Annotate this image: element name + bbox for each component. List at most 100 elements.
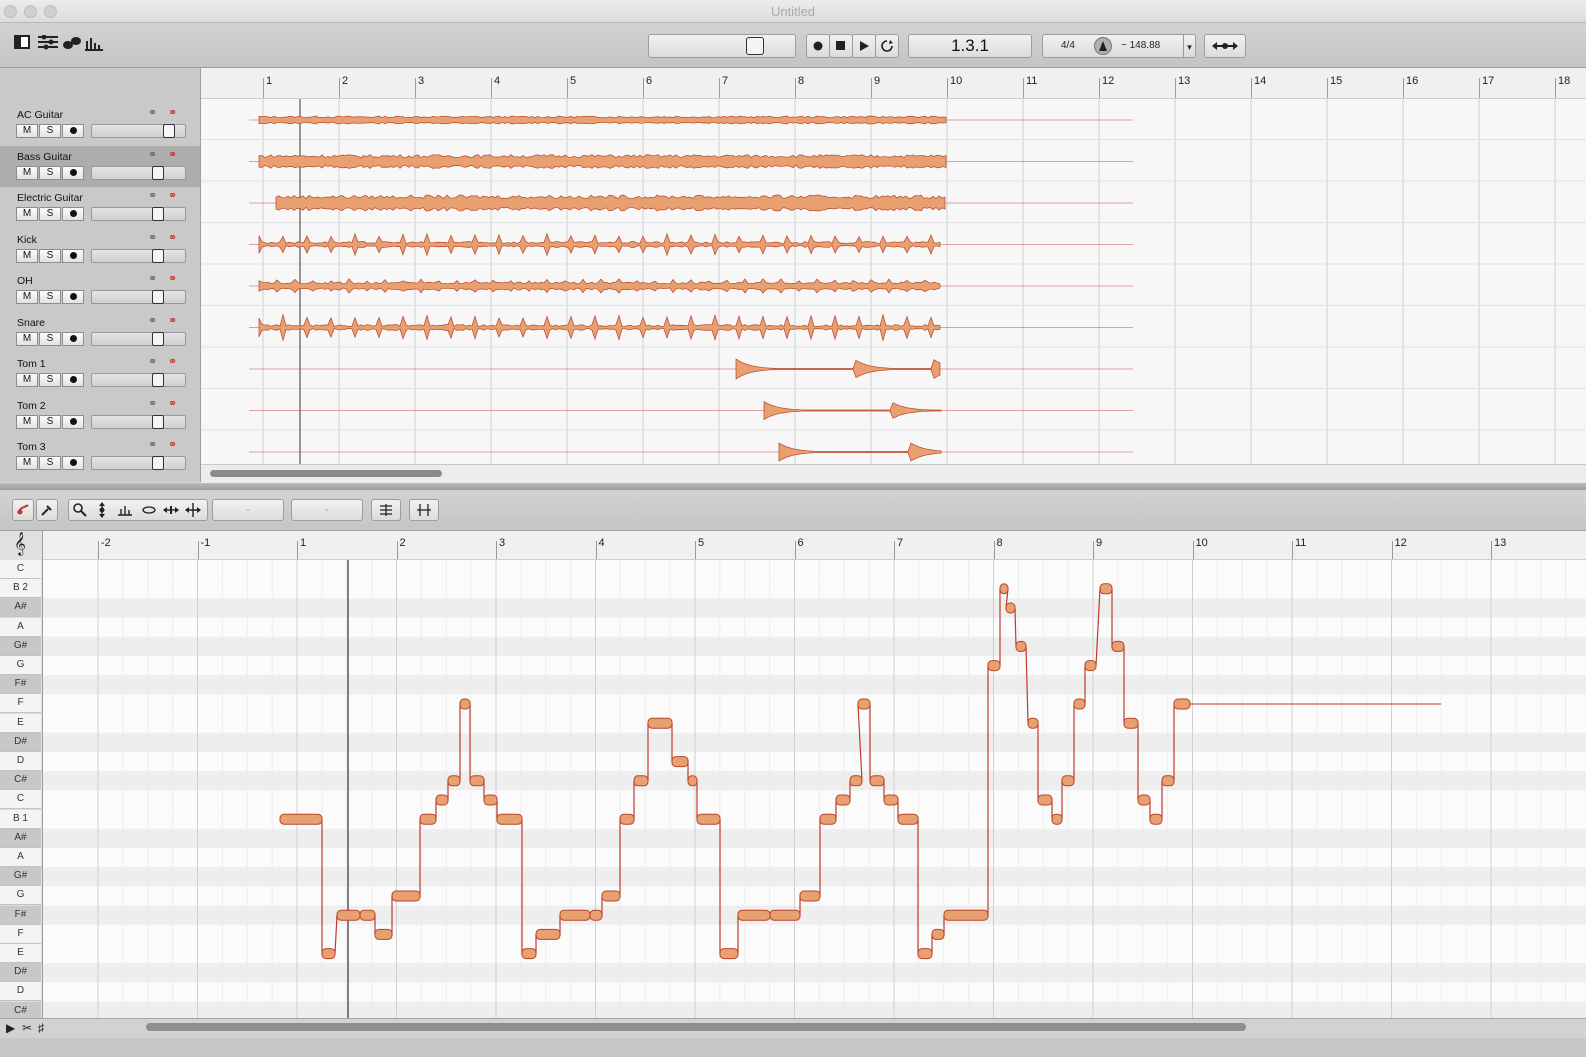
note-blob[interactable] <box>849 775 863 787</box>
solo-button[interactable]: S <box>39 165 61 180</box>
record-arm-button[interactable] <box>62 207 84 221</box>
track-waveform[interactable] <box>249 442 1133 462</box>
mute-button[interactable]: M <box>16 290 38 304</box>
note-blob[interactable] <box>447 775 461 787</box>
note-blob[interactable] <box>496 813 523 825</box>
pitch-key[interactable]: A <box>0 617 41 637</box>
blob-link-icon[interactable]: ⚭ <box>168 231 177 244</box>
track-name[interactable]: OH <box>17 275 33 287</box>
record-arm-button[interactable] <box>62 331 84 346</box>
pitch-key[interactable]: C <box>0 560 41 579</box>
volume-slider[interactable] <box>91 124 186 138</box>
note-blob[interactable] <box>1005 602 1016 614</box>
treble-clef-icon[interactable]: 𝄞 <box>14 533 26 556</box>
note-blob[interactable] <box>869 775 885 787</box>
formant-tool-icon[interactable] <box>141 502 157 521</box>
track-row[interactable]: Bass Guitar ⚭ ⚭ M S <box>0 145 200 187</box>
pitch-key[interactable]: E <box>0 944 41 963</box>
note-blob[interactable] <box>1173 698 1191 710</box>
track-waveform[interactable] <box>249 115 1133 125</box>
volume-slider[interactable] <box>91 331 186 346</box>
track-waveform[interactable] <box>249 313 1133 342</box>
level-meter[interactable] <box>648 34 796 58</box>
track-row[interactable]: Kick ⚭ ⚭ M S <box>0 229 200 270</box>
note-blob[interactable] <box>1137 794 1151 806</box>
note-blob[interactable] <box>696 813 721 825</box>
pitch-key[interactable]: D# <box>0 732 41 752</box>
note-blob[interactable] <box>917 948 933 960</box>
mute-button[interactable]: M <box>16 124 38 138</box>
track-waveform[interactable] <box>249 278 1133 294</box>
solo-button[interactable]: S <box>39 124 61 138</box>
note-blob[interactable] <box>1111 640 1125 652</box>
note-blob[interactable] <box>999 583 1009 595</box>
track-waveform[interactable] <box>249 358 1133 380</box>
record-arm-button[interactable] <box>62 248 84 263</box>
arrange-ruler[interactable]: 1 2 3 4 5 6 7 8 9 10 11 12 13 14 15 16 17 18 <box>201 68 1586 99</box>
note-blob[interactable] <box>321 948 336 960</box>
mute-button[interactable]: M <box>16 414 38 429</box>
editor-ruler[interactable]: -2 -1 1 2 3 4 5 6 7 8 9 10 11 12 13 <box>43 531 1586 560</box>
pitch-key[interactable]: B 2 <box>0 579 41 599</box>
mute-button[interactable]: M <box>16 373 38 387</box>
note-blob[interactable] <box>559 909 591 921</box>
volume-slider[interactable] <box>91 207 186 221</box>
link-icon[interactable]: ⚭ <box>148 231 157 244</box>
tempo-dropdown-chevron-icon[interactable]: ▾ <box>1183 35 1195 57</box>
pitch-key[interactable]: F <box>0 924 41 944</box>
mute-button[interactable]: M <box>16 207 38 221</box>
record-button[interactable] <box>806 34 830 58</box>
pitch-key[interactable]: A <box>0 848 41 867</box>
track-name[interactable]: Electric Guitar <box>17 192 83 204</box>
volume-slider-knob[interactable] <box>152 290 165 304</box>
blob-link-icon[interactable]: ⚭ <box>168 438 177 451</box>
arrange-view[interactable] <box>201 68 1586 464</box>
note-blob[interactable] <box>1073 698 1086 710</box>
track-row[interactable]: Tom 1 ⚭ ⚭ M S <box>0 353 200 394</box>
volume-slider[interactable] <box>91 290 186 304</box>
note-blob[interactable] <box>1123 717 1139 729</box>
scale-snap-button[interactable] <box>371 499 401 521</box>
volume-slider-knob[interactable] <box>152 414 165 429</box>
record-arm-button[interactable] <box>62 414 84 429</box>
move-tool-icon[interactable] <box>185 502 201 521</box>
level-meter-handle[interactable] <box>746 37 764 55</box>
note-blob[interactable] <box>687 775 698 787</box>
note-blob[interactable] <box>336 909 361 921</box>
link-icon[interactable]: ⚭ <box>148 397 157 410</box>
mute-button[interactable]: M <box>16 165 38 180</box>
volume-slider-knob[interactable] <box>152 248 165 263</box>
pitch-key[interactable]: F# <box>0 905 41 925</box>
loop-button[interactable] <box>875 34 899 58</box>
scissors-tool-icon[interactable]: ✂ <box>22 1021 32 1035</box>
note-blob[interactable] <box>819 813 837 825</box>
record-arm-button[interactable] <box>62 456 84 470</box>
stop-button[interactable] <box>829 34 853 58</box>
volume-slider-knob[interactable] <box>152 456 165 470</box>
amplitude-tool-icon[interactable] <box>117 502 133 521</box>
editor-scrollbar-thumb[interactable] <box>146 1023 1246 1031</box>
solo-button[interactable]: S <box>39 207 61 221</box>
track-name[interactable]: Bass Guitar <box>17 151 72 163</box>
solo-button[interactable]: S <box>39 290 61 304</box>
note-blob[interactable] <box>857 698 871 710</box>
link-icon[interactable]: ⚭ <box>148 189 157 202</box>
link-icon[interactable]: ⚭ <box>148 438 157 451</box>
note-blob[interactable] <box>799 890 821 902</box>
pitch-key[interactable]: A# <box>0 598 41 618</box>
record-arm-button[interactable] <box>62 290 84 304</box>
blob-link-icon[interactable]: ⚭ <box>168 106 177 119</box>
pointer-tool-icon[interactable]: ▶ <box>6 1021 15 1035</box>
note-blob[interactable] <box>647 717 673 729</box>
note-blob[interactable] <box>459 698 471 710</box>
mute-button[interactable]: M <box>16 331 38 346</box>
track-row[interactable]: Electric Guitar ⚭ ⚭ M S <box>0 187 200 228</box>
note-blob[interactable] <box>633 775 649 787</box>
volume-slider[interactable] <box>91 248 186 263</box>
volume-slider-knob[interactable] <box>152 373 165 387</box>
note-blob[interactable] <box>987 660 1001 672</box>
solo-button[interactable]: S <box>39 456 61 470</box>
note-blob[interactable] <box>359 909 376 921</box>
solo-button[interactable]: S <box>39 373 61 387</box>
blob-link-icon[interactable]: ⚭ <box>168 397 177 410</box>
